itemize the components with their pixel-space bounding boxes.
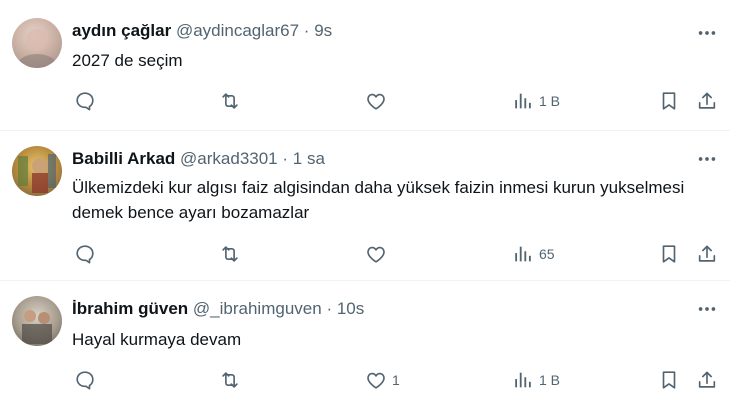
views-button[interactable]: 1 B xyxy=(512,89,560,113)
display-name[interactable]: İbrahim güven xyxy=(72,299,188,318)
handle[interactable]: @_ibrahimguven xyxy=(193,299,322,318)
tweet-header: İbrahim güven @_ibrahimguven · 10s xyxy=(72,298,364,320)
timestamp[interactable]: 9s xyxy=(314,21,332,40)
more-icon[interactable] xyxy=(696,148,718,170)
view-count: 1 B xyxy=(539,372,561,388)
reply-icon xyxy=(74,243,96,265)
like-icon xyxy=(365,90,387,112)
separator: · xyxy=(303,21,310,40)
tweet-3[interactable]: İbrahim güven @_ibrahimguven · 10s Hayal… xyxy=(0,281,730,420)
avatar-image xyxy=(22,310,52,344)
tweet-1[interactable]: aydın çağlar @aydincaglar67 · 9s 2027 de… xyxy=(0,0,730,130)
action-bar: 65 xyxy=(72,242,720,266)
reply-button[interactable] xyxy=(74,89,96,113)
view-count: 65 xyxy=(539,246,555,262)
bookmark-button[interactable] xyxy=(658,368,680,392)
reply-icon xyxy=(74,369,96,391)
bookmark-button[interactable] xyxy=(658,89,680,113)
display-name[interactable]: aydın çağlar xyxy=(72,21,171,40)
separator: · xyxy=(282,149,289,168)
handle[interactable]: @arkad3301 xyxy=(180,149,278,168)
more-icon[interactable] xyxy=(696,22,718,44)
avatar[interactable] xyxy=(12,296,62,346)
avatar[interactable] xyxy=(12,146,62,196)
views-icon xyxy=(512,243,534,265)
views-icon xyxy=(512,369,534,391)
share-icon xyxy=(696,90,718,112)
retweet-icon xyxy=(219,90,241,112)
share-icon xyxy=(696,243,718,265)
share-icon xyxy=(696,369,718,391)
action-bar: 1 B xyxy=(72,89,720,113)
like-button[interactable]: 1 xyxy=(365,368,400,392)
views-button[interactable]: 1 B xyxy=(512,368,560,392)
like-icon xyxy=(365,369,387,391)
reply-button[interactable] xyxy=(74,242,96,266)
tweet-header: Babilli Arkad @arkad3301 · 1 sa xyxy=(72,148,325,170)
retweet-button[interactable] xyxy=(219,242,241,266)
tweet-2[interactable]: Babilli Arkad @arkad3301 · 1 sa Ülkemizd… xyxy=(0,131,730,279)
tweet-text: 2027 de seçim xyxy=(72,51,183,70)
like-button[interactable] xyxy=(365,89,392,113)
timestamp[interactable]: 1 sa xyxy=(293,149,325,168)
reply-icon xyxy=(74,90,96,112)
retweet-icon xyxy=(219,369,241,391)
bookmark-button[interactable] xyxy=(658,242,680,266)
tweet-header: aydın çağlar @aydincaglar67 · 9s xyxy=(72,20,332,42)
timestamp[interactable]: 10s xyxy=(337,299,364,318)
separator: · xyxy=(326,299,333,318)
tweet-text: Hayal kurmaya devam xyxy=(72,330,242,349)
bookmark-icon xyxy=(658,243,680,265)
share-button[interactable] xyxy=(696,242,718,266)
retweet-icon xyxy=(219,243,241,265)
share-button[interactable] xyxy=(696,89,718,113)
avatar-image xyxy=(17,29,57,68)
views-icon xyxy=(512,90,534,112)
view-count: 1 B xyxy=(539,93,561,109)
handle[interactable]: @aydincaglar67 xyxy=(176,21,299,40)
retweet-button[interactable] xyxy=(219,368,241,392)
retweet-button[interactable] xyxy=(219,89,241,113)
tweet-text: Ülkemizdeki kur algısı faiz algisindan d… xyxy=(72,178,685,222)
share-button[interactable] xyxy=(696,368,718,392)
like-count: 1 xyxy=(392,372,400,388)
views-button[interactable]: 65 xyxy=(512,242,555,266)
bookmark-icon xyxy=(658,90,680,112)
action-bar: 1 1 B xyxy=(72,368,720,392)
display-name[interactable]: Babilli Arkad xyxy=(72,149,175,168)
bookmark-icon xyxy=(658,369,680,391)
avatar[interactable] xyxy=(12,18,62,68)
like-icon xyxy=(365,243,387,265)
more-icon[interactable] xyxy=(696,298,718,320)
like-button[interactable] xyxy=(365,242,392,266)
avatar-image xyxy=(18,154,56,193)
reply-button[interactable] xyxy=(74,368,96,392)
